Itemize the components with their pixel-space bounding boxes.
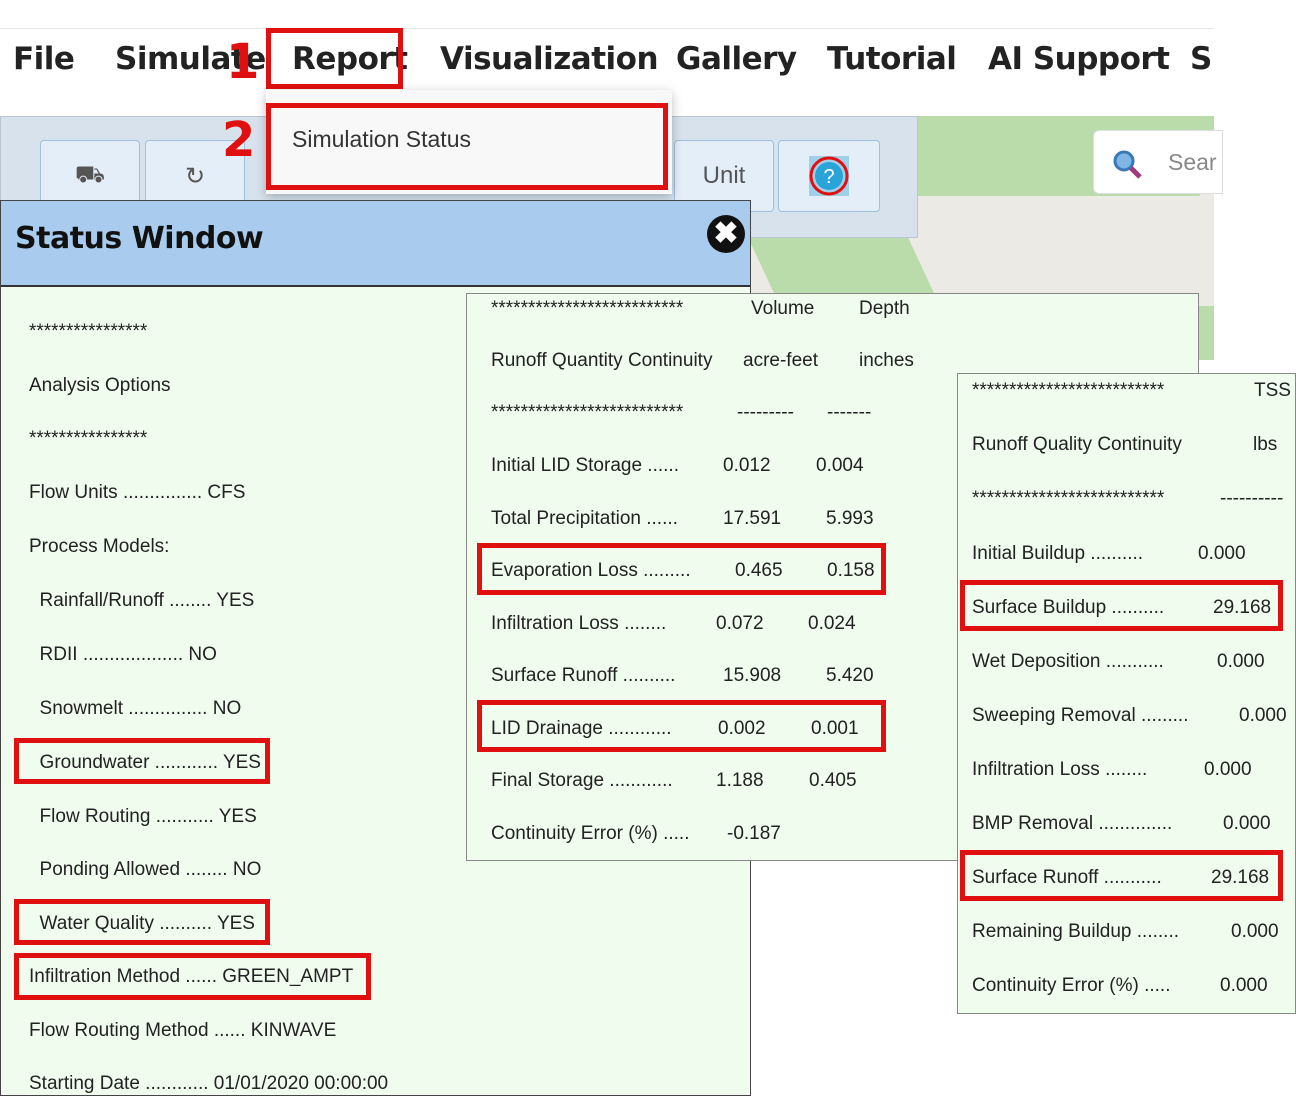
svg-text:?: ? [823, 166, 834, 188]
truck-icon: ⛟ [74, 161, 106, 188]
unit-label: Unit [702, 162, 746, 189]
quality-row-label: Wet Deposition ........... [972, 651, 1164, 672]
step-2-marker: 2 [222, 112, 256, 168]
quantity-row-volume: 0.072 [716, 613, 764, 634]
menu-tutorial[interactable]: Tutorial [827, 41, 957, 77]
search-placeholder: Sear [1168, 149, 1217, 175]
surface-buildup-highlight-box [960, 580, 1283, 631]
quantity-row-volume: 1.188 [716, 770, 764, 791]
menu-bar: File Simulate Report Visualization Galle… [0, 28, 1214, 91]
quantity-row-volume: 0.012 [723, 455, 771, 476]
quantity-sep-stars: ************************** [491, 402, 684, 423]
quality-col-tss: TSS [1254, 380, 1291, 401]
quality-sep-stars: ************************** [972, 488, 1165, 509]
refresh-icon: ↻ [184, 162, 206, 190]
quality-row-value: 0.000 [1198, 543, 1246, 564]
status-line: Flow Units ............... CFS [29, 482, 246, 503]
quantity-sep-volume: --------- [737, 402, 794, 423]
quantity-row-depth: 5.420 [826, 665, 874, 686]
quality-row-value: 0.000 [1217, 651, 1265, 672]
status-line: Process Models: [29, 536, 170, 557]
quantity-row-volume: -0.187 [727, 823, 781, 844]
simulation-status-highlight-box [266, 103, 668, 190]
status-window-title: Status Window [15, 221, 264, 256]
quality-sep-tss: ---------- [1220, 488, 1284, 509]
status-line: Flow Routing ........... YES [29, 806, 257, 827]
status-line: Ponding Allowed ........ NO [29, 859, 262, 880]
quantity-sep-depth: ------- [827, 402, 872, 423]
quantity-row-depth: 0.405 [809, 770, 857, 791]
help-button[interactable]: ? [778, 140, 880, 212]
status-line: **************** [29, 321, 148, 342]
quality-row-label: Continuity Error (%) ..... [972, 975, 1171, 996]
quality-unit: lbs [1253, 434, 1278, 455]
lid-drainage-highlight-box [477, 700, 886, 752]
quantity-row-label: Infiltration Loss ........ [491, 613, 667, 634]
quantity-header-stars: ************************** [491, 298, 684, 319]
runoff-quality-panel: ************************** TSS Runoff Qu… [957, 373, 1296, 1014]
quality-row-value: 0.000 [1231, 921, 1279, 942]
quantity-row-label: Total Precipitation ...... [491, 508, 678, 529]
search-box[interactable]: Sear [1093, 130, 1223, 194]
menu-gallery[interactable]: Gallery [676, 41, 797, 77]
help-icon: ? [809, 156, 849, 196]
quantity-row-depth: 0.004 [816, 455, 864, 476]
status-line: Snowmelt ............... NO [29, 698, 242, 719]
menu-visualization[interactable]: Visualization [440, 41, 659, 77]
quantity-col-volume: Volume [751, 298, 815, 319]
quantity-unit-depth: inches [859, 350, 914, 371]
quantity-unit-volume: acre-feet [743, 350, 818, 371]
groundwater-highlight-box [14, 738, 270, 784]
menu-support[interactable]: Su [1190, 41, 1214, 77]
status-line: Rainfall/Runoff ........ YES [29, 590, 255, 611]
quantity-col-depth: Depth [859, 298, 910, 319]
status-window-header: Status Window ✖ [1, 201, 750, 287]
report-highlight-box [266, 28, 403, 89]
quality-row-label: BMP Removal .............. [972, 813, 1173, 834]
status-line: **************** [29, 428, 148, 449]
quantity-title: Runoff Quantity Continuity [491, 350, 713, 371]
quantity-row-volume: 15.908 [723, 665, 782, 686]
quality-row-value: 0.000 [1220, 975, 1268, 996]
quantity-row-label: Surface Runoff .......... [491, 665, 676, 686]
quality-header-stars: ************************** [972, 380, 1165, 401]
quantity-row-label: Final Storage ............ [491, 770, 673, 791]
surface-runoff-quality-highlight-box [960, 850, 1283, 901]
menu-ai-support[interactable]: AI Support [988, 41, 1170, 77]
quantity-row-depth: 0.024 [808, 613, 856, 634]
infiltration-method-highlight-box [14, 953, 371, 1000]
water-quality-highlight-box [14, 899, 270, 945]
close-button[interactable]: ✖ [707, 215, 745, 253]
quantity-row-label: Initial LID Storage ...... [491, 455, 679, 476]
status-line: Analysis Options [29, 375, 171, 396]
quality-title: Runoff Quality Continuity [972, 434, 1182, 455]
evaporation-loss-highlight-box [477, 543, 886, 595]
quality-row-label: Infiltration Loss ........ [972, 759, 1148, 780]
quality-row-label: Sweeping Removal ......... [972, 705, 1189, 726]
menu-file[interactable]: File [13, 41, 75, 77]
status-line: Flow Routing Method ...... KINWAVE [29, 1020, 337, 1041]
search-icon [1113, 150, 1142, 179]
quantity-row-volume: 17.591 [723, 508, 782, 529]
quality-row-value: 0.000 [1239, 705, 1287, 726]
quality-row-value: 0.000 [1204, 759, 1252, 780]
quality-row-label: Initial Buildup .......... [972, 543, 1144, 564]
step-1-marker: 1 [226, 34, 260, 90]
quality-row-value: 0.000 [1223, 813, 1271, 834]
quantity-row-depth: 5.993 [826, 508, 874, 529]
quantity-row-label: Continuity Error (%) ..... [491, 823, 690, 844]
quality-row-label: Remaining Buildup ........ [972, 921, 1179, 942]
status-line: RDII ................... NO [29, 644, 217, 665]
close-icon: ✖ [713, 217, 739, 250]
status-line: Starting Date ............ 01/01/2020 00… [29, 1073, 389, 1094]
